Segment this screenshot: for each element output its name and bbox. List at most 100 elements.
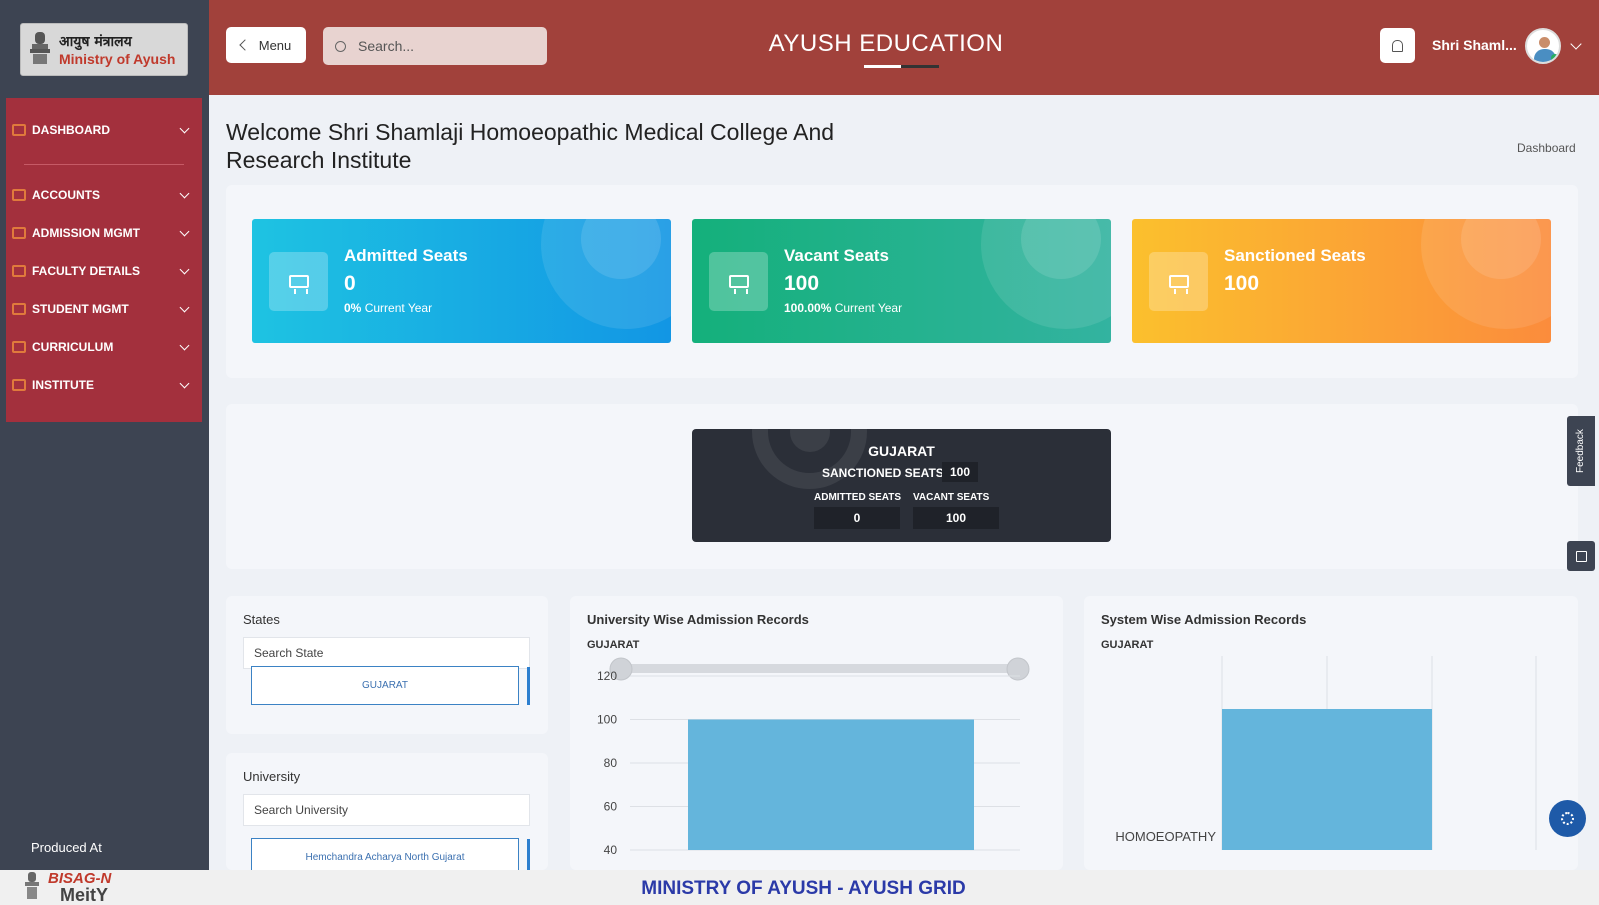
sidebar-item-faculty-details[interactable]: FACULTY DETAILS	[6, 252, 202, 290]
panel-title: University	[243, 769, 301, 784]
gear-icon	[1561, 812, 1574, 825]
y-tick-label: 60	[604, 800, 618, 814]
sanctioned-seats-card: Sanctioned Seats 100	[1132, 219, 1551, 343]
y-tick-label: 80	[604, 756, 618, 770]
state-search-input[interactable]	[243, 637, 530, 669]
menu-item-icon	[12, 189, 26, 201]
produced-at-label: Produced At	[31, 840, 102, 855]
divider	[24, 164, 184, 165]
online-status-dot	[1551, 54, 1559, 62]
classroom-icon	[1149, 252, 1208, 311]
university-panel: University Hemchandra Acharya North Guja…	[226, 753, 548, 877]
panel-title: States	[243, 612, 280, 627]
admitted-seats-value: 0	[814, 507, 900, 529]
card-subtext-label: Current Year	[834, 301, 903, 315]
admitted-seats-card: Admitted Seats 0 0% Current Year	[252, 219, 671, 343]
card-value: 100	[1224, 272, 1260, 295]
system-admission-chart-panel: System Wise Admission Records GUJARAT HO…	[1084, 596, 1578, 870]
chevron-down-icon	[179, 226, 190, 236]
y-tick-label: 120	[597, 669, 617, 683]
footer: BISAG-N MeitY MINISTRY OF AYUSH - AYUSH …	[0, 870, 1599, 905]
bar	[1222, 709, 1432, 850]
state-option[interactable]: GUJARAT	[251, 666, 519, 705]
card-subtext: 100.00% Current Year	[784, 301, 902, 315]
search-icon	[335, 40, 346, 52]
card-percent: 0%	[344, 301, 362, 315]
footer-text: MINISTRY OF AYUSH - AYUSH GRID	[641, 878, 966, 899]
sidebar-item-curriculum[interactable]: CURRICULUM	[6, 328, 202, 366]
sidebar-item-label: DASHBOARD	[32, 123, 110, 137]
range-slider-track	[625, 664, 1015, 673]
menu-item-icon	[12, 341, 26, 353]
card-value: 0	[344, 272, 356, 295]
stats-section: Admitted Seats 0 0% Current Year Vacant …	[226, 185, 1578, 378]
edit-icon	[1575, 550, 1587, 562]
menu-item-icon	[12, 303, 26, 315]
sidebar-item-label: FACULTY DETAILS	[32, 264, 140, 278]
sidebar: आयुष मंत्रालय Ministry of Ayush DASHBOAR…	[0, 0, 209, 870]
sidebar-menu: DASHBOARD ACCOUNTS ADMISSION MGMT FACULT…	[6, 98, 202, 422]
university-search-input[interactable]	[243, 794, 530, 826]
vacant-seats-value: 100	[913, 507, 999, 529]
avatar-head	[1539, 37, 1550, 48]
page-title: Welcome Shri Shamlaji Homoeopathic Medic…	[226, 119, 835, 173]
chevron-down-icon	[179, 378, 190, 388]
range-slider-handle-right[interactable]	[1006, 657, 1030, 681]
category-label: HOMOEOPATHY	[1115, 829, 1216, 844]
card-subtext-label: Current Year	[364, 301, 433, 315]
system-bar-chart: HOMOEOPATHY	[1115, 656, 1537, 850]
bar	[688, 719, 974, 850]
y-tick-label: 40	[604, 843, 618, 857]
vacant-seats-card: Vacant Seats 100 100.00% Current Year	[692, 219, 1111, 343]
card-title: Vacant Seats	[784, 246, 889, 265]
sanctioned-seats-value: 100	[942, 462, 978, 482]
settings-button[interactable]	[1549, 800, 1586, 837]
chevron-down-icon[interactable]	[1570, 38, 1582, 50]
avatar[interactable]	[1525, 28, 1561, 64]
chevron-down-icon	[179, 302, 190, 312]
sidebar-item-admission-mgmt[interactable]: ADMISSION MGMT	[6, 214, 202, 252]
card-title: Admitted Seats	[344, 246, 468, 265]
sidebar-item-label: ADMISSION MGMT	[32, 226, 140, 240]
logo-english-text: Ministry of Ayush	[59, 51, 176, 67]
ministry-logo[interactable]: आयुष मंत्रालय Ministry of Ayush	[20, 23, 188, 76]
card-value: 100	[784, 272, 820, 295]
scrollbar[interactable]	[527, 667, 530, 705]
top-header: Menu AYUSH EDUCATION Shri Shaml...	[209, 0, 1599, 95]
bell-icon	[1392, 39, 1403, 52]
notification-button[interactable]	[1380, 28, 1415, 63]
vacant-seats-label: VACANT SEATS	[913, 492, 990, 503]
state-summary-card: GUJARAT SANCTIONED SEATS 100 ADMITTED SE…	[692, 429, 1111, 542]
menu-button-label: Menu	[258, 37, 292, 53]
chevron-left-icon	[239, 39, 251, 51]
user-name[interactable]: Shri Shaml...	[1432, 37, 1517, 53]
sidebar-item-label: ACCOUNTS	[32, 188, 100, 202]
chevron-down-icon	[179, 340, 190, 350]
feedback-tab[interactable]: Feedback	[1567, 416, 1595, 486]
chevron-down-icon	[179, 264, 190, 274]
classroom-icon	[709, 252, 768, 311]
university-bar-chart: 40 60 80 100 120	[597, 657, 1030, 857]
sidebar-item-institute[interactable]: INSTITUTE	[6, 366, 202, 404]
card-subtext: 0% Current Year	[344, 301, 432, 315]
search-input[interactable]	[358, 38, 528, 54]
sidebar-item-accounts[interactable]: ACCOUNTS	[6, 176, 202, 214]
sidebar-item-student-mgmt[interactable]: STUDENT MGMT	[6, 290, 202, 328]
app-title: AYUSH EDUCATION	[768, 30, 1004, 57]
state-name: GUJARAT	[868, 443, 935, 459]
national-emblem-icon	[30, 32, 50, 64]
sidebar-item-dashboard[interactable]: DASHBOARD	[6, 111, 202, 149]
sidebar-item-label: STUDENT MGMT	[32, 302, 129, 316]
breadcrumb[interactable]: Dashboard	[1517, 141, 1576, 155]
card-title: Sanctioned Seats	[1224, 246, 1366, 265]
state-summary-section: GUJARAT SANCTIONED SEATS 100 ADMITTED SE…	[226, 404, 1578, 569]
sidebar-item-label: INSTITUTE	[32, 378, 94, 392]
card-percent: 100.00%	[784, 301, 832, 315]
search-box[interactable]	[323, 27, 547, 65]
y-tick-label: 100	[597, 713, 617, 727]
menu-button[interactable]: Menu	[226, 27, 306, 63]
menu-item-icon	[12, 227, 26, 239]
edit-button[interactable]	[1567, 541, 1595, 571]
classroom-icon	[269, 252, 328, 311]
menu-item-icon	[12, 265, 26, 277]
